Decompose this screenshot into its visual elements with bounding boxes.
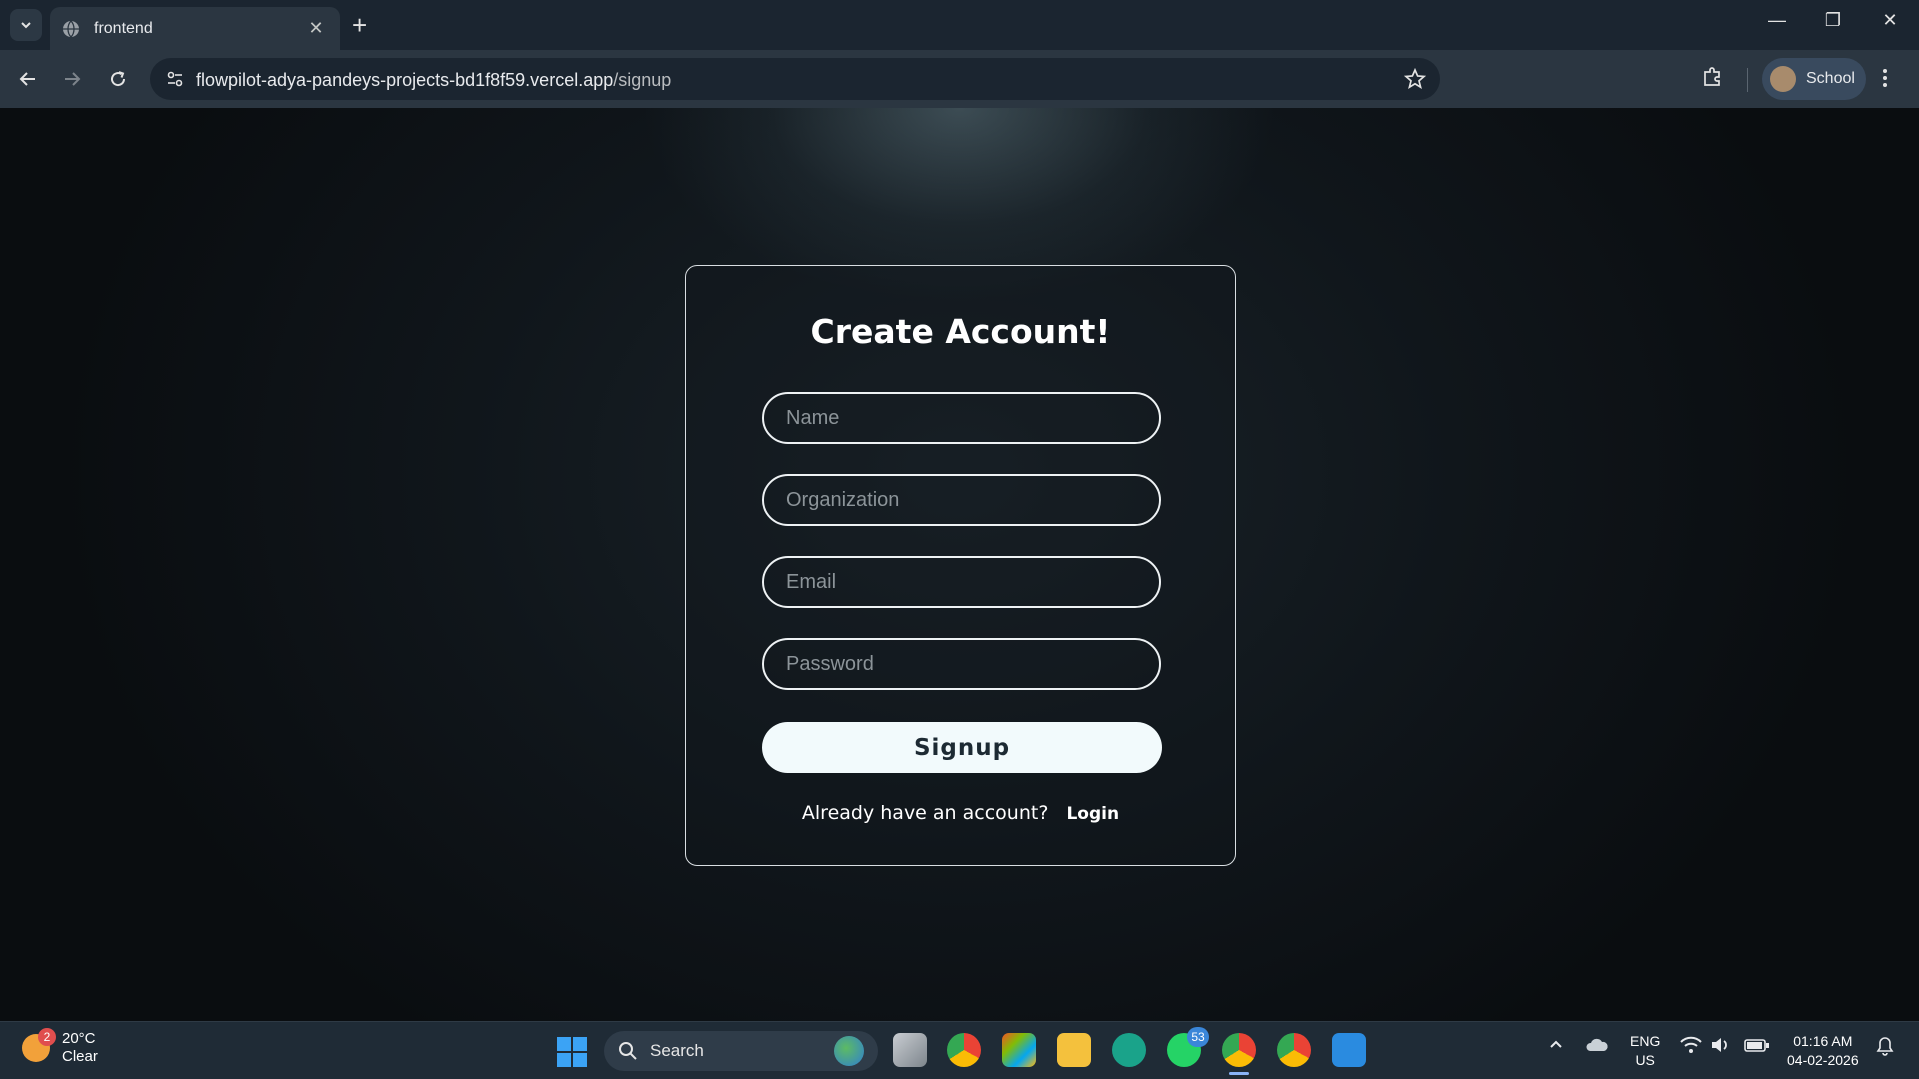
reload-button[interactable] — [104, 65, 132, 93]
onedrive-icon[interactable] — [1585, 1036, 1609, 1057]
browser-toolbar: flowpilot-adya-pandeys-projects-bd1f8f59… — [0, 50, 1919, 108]
email-input[interactable] — [762, 556, 1161, 608]
language-indicator[interactable]: ENG US — [1630, 1032, 1660, 1070]
active-app-indicator — [1229, 1072, 1249, 1075]
moon-icon: 2 — [22, 1028, 56, 1062]
weather-desc: Clear — [62, 1048, 98, 1065]
reload-icon — [111, 71, 126, 87]
search-icon — [619, 1042, 637, 1060]
globe-highlight-icon — [834, 1036, 864, 1066]
browser-tab[interactable]: frontend ✕ — [50, 7, 340, 50]
windows-start-icon[interactable] — [557, 1037, 587, 1072]
lang-code: ENG — [1630, 1033, 1661, 1049]
forward-button[interactable] — [58, 65, 86, 93]
system-clock[interactable]: 01:16 AM 04-02-2026 — [1787, 1032, 1859, 1070]
task-view-icon[interactable] — [893, 1033, 927, 1067]
whatsapp-badge: 53 — [1187, 1027, 1209, 1047]
whatsapp-icon[interactable]: 53 — [1167, 1027, 1209, 1067]
chrome-icon[interactable] — [947, 1033, 981, 1067]
profile-button[interactable]: School — [1762, 58, 1866, 100]
page-background: Create Account! Signup Already have an a… — [0, 108, 1919, 1021]
restore-button[interactable]: ❐ — [1818, 10, 1848, 31]
site-settings-icon[interactable] — [160, 64, 190, 94]
profile-label: School — [1806, 70, 1855, 87]
page-title: Create Account! — [810, 312, 1111, 351]
battery-icon[interactable] — [1744, 1036, 1770, 1057]
login-link[interactable]: Login — [1066, 804, 1119, 824]
bookmark-star-icon[interactable] — [1403, 67, 1427, 95]
store-icon[interactable] — [1002, 1033, 1036, 1067]
arrow-left-icon — [19, 72, 35, 86]
tab-search-button[interactable] — [10, 9, 42, 41]
url-domain: flowpilot-adya-pandeys-projects-bd1f8f59… — [196, 70, 614, 90]
back-button[interactable] — [14, 65, 42, 93]
chevron-up-icon[interactable] — [1548, 1036, 1564, 1055]
weather-widget[interactable]: 2 20°C Clear — [22, 1028, 98, 1066]
close-window-button[interactable]: ✕ — [1875, 10, 1905, 31]
tab-title: frontend — [94, 19, 153, 37]
remote-desktop-icon[interactable] — [1112, 1033, 1146, 1067]
region-code: US — [1635, 1052, 1655, 1068]
more-menu-icon[interactable] — [1880, 66, 1890, 95]
search-label: Search — [650, 1041, 704, 1060]
avatar — [1770, 66, 1796, 92]
name-input[interactable] — [762, 392, 1161, 444]
organization-input[interactable] — [762, 474, 1161, 526]
globe-icon — [63, 20, 79, 37]
close-tab-icon[interactable]: ✕ — [304, 18, 328, 39]
vscode-icon[interactable] — [1332, 1033, 1366, 1067]
new-tab-button[interactable]: + — [352, 12, 367, 38]
url-path: /signup — [613, 70, 672, 90]
minimize-button[interactable]: — — [1762, 10, 1792, 31]
volume-icon[interactable] — [1710, 1036, 1732, 1057]
login-prompt-text: Already have an account? — [801, 802, 1049, 824]
clock-date: 04-02-2026 — [1787, 1052, 1859, 1068]
tab-strip: frontend ✕ + — ❐ ✕ — [0, 0, 1919, 50]
notification-bell-icon[interactable] — [1875, 1036, 1895, 1059]
taskbar-search[interactable]: Search — [604, 1031, 878, 1071]
login-prompt-row: Already have an account? Login — [686, 802, 1235, 824]
password-input[interactable] — [762, 638, 1161, 690]
address-bar[interactable]: flowpilot-adya-pandeys-projects-bd1f8f59… — [150, 58, 1440, 100]
arrow-right-icon — [65, 72, 81, 86]
chevron-down-icon — [21, 22, 31, 29]
file-explorer-icon[interactable] — [1057, 1033, 1091, 1067]
taskbar: 2 20°C Clear Search 53 ENG US 01:16 AM 0… — [0, 1021, 1919, 1079]
weather-temp: 20°C — [62, 1030, 96, 1047]
chrome-second-profile-icon[interactable] — [1277, 1033, 1311, 1067]
chrome-profile-icon[interactable] — [1222, 1033, 1256, 1067]
url-text: flowpilot-adya-pandeys-projects-bd1f8f59… — [196, 70, 671, 91]
wifi-icon[interactable] — [1680, 1036, 1702, 1057]
signup-button[interactable]: Signup — [762, 722, 1162, 773]
weather-badge: 2 — [38, 1028, 56, 1046]
extensions-icon[interactable] — [1700, 65, 1724, 94]
clock-time: 01:16 AM — [1793, 1033, 1853, 1049]
signup-card: Create Account! Signup Already have an a… — [685, 265, 1236, 866]
toolbar-divider — [1747, 68, 1748, 92]
